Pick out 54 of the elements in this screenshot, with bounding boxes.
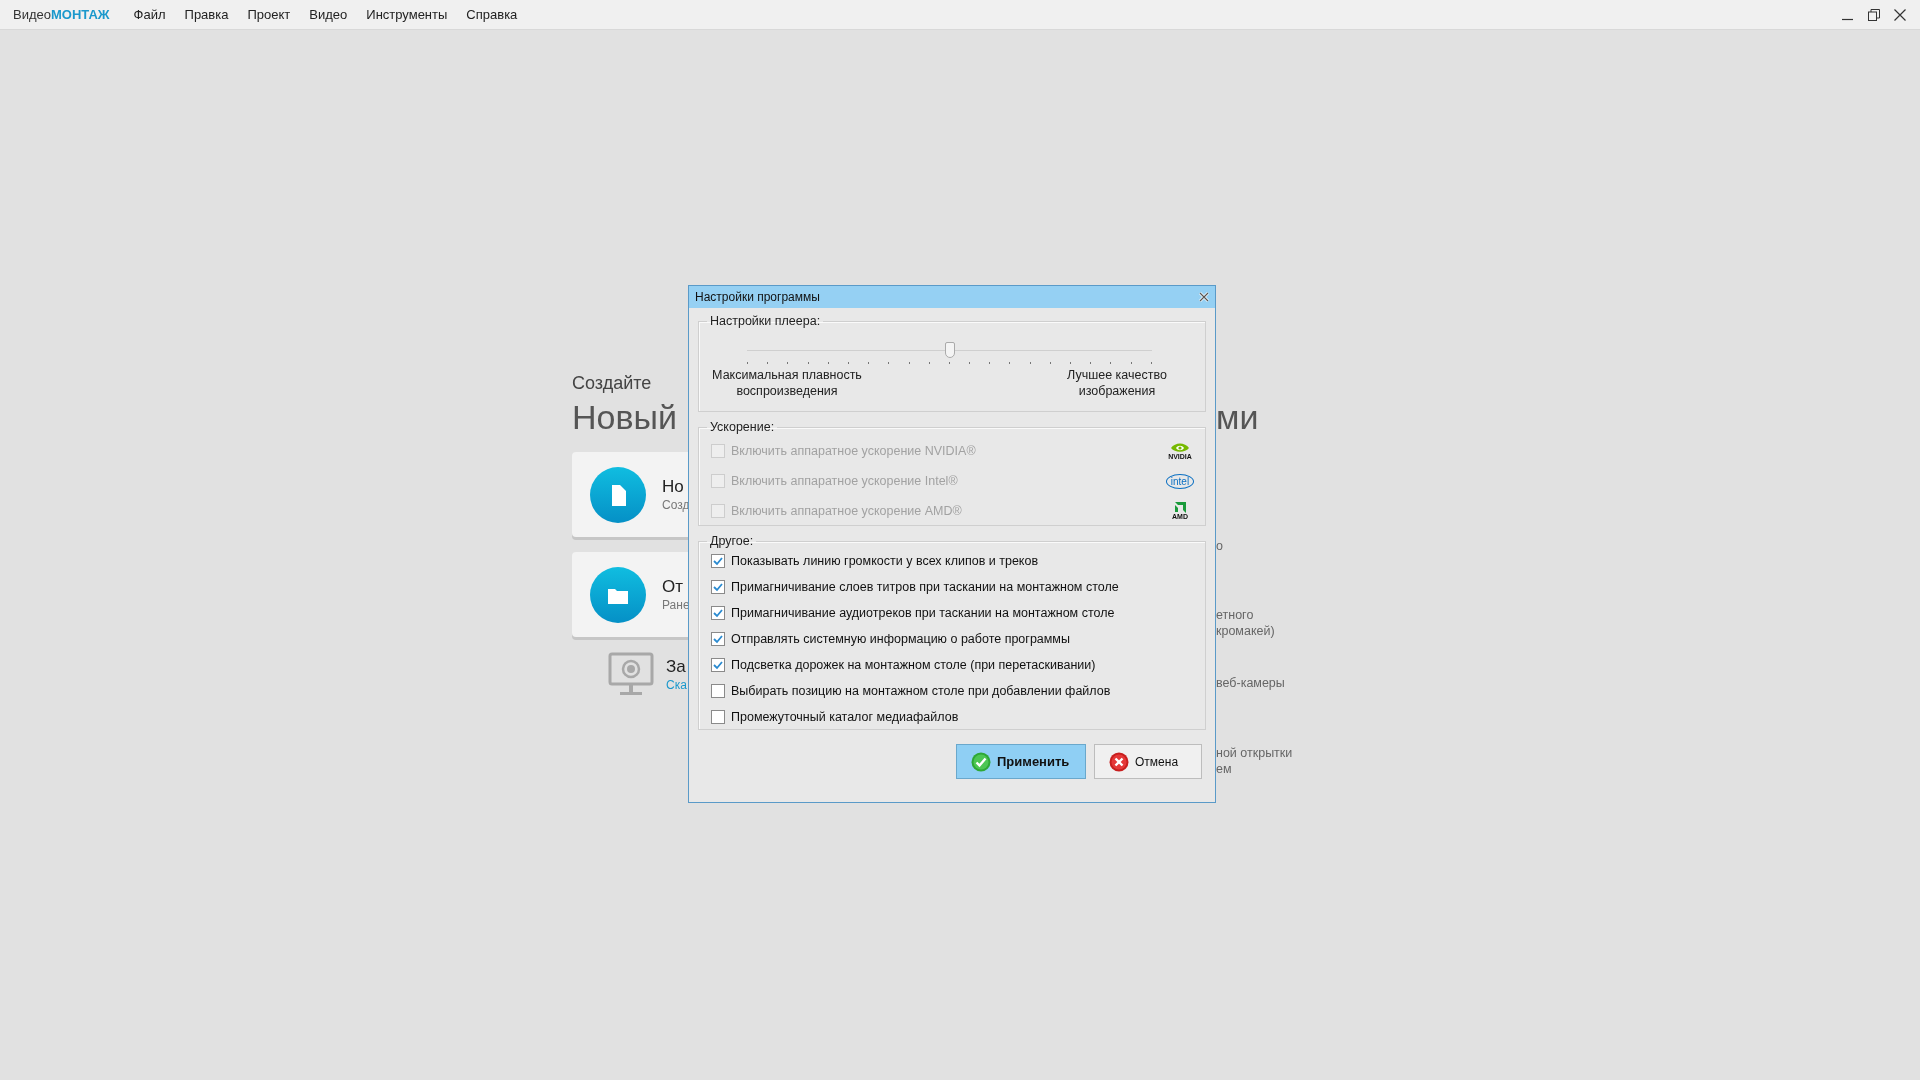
app-logo: ВидеоМОНТАЖ	[13, 7, 110, 22]
checkbox[interactable]	[711, 580, 725, 594]
menu-item[interactable]: Проект	[247, 7, 291, 22]
option-label: Примагничивание слоев титров при таскании на монтажном столе	[731, 580, 1119, 594]
quality-slider[interactable]	[747, 342, 1152, 366]
close-icon[interactable]	[1199, 292, 1209, 302]
monitor-icon	[608, 652, 654, 697]
card-title: Но	[662, 476, 685, 497]
checkbox[interactable]	[711, 658, 725, 672]
folder-icon	[590, 566, 646, 623]
document-icon	[590, 466, 646, 523]
card-title: От	[662, 576, 684, 597]
option-label: Включить аппаратное ускорение AMD®	[731, 504, 962, 518]
checkbox[interactable]	[711, 606, 725, 620]
option-label: Отправлять системную информацию о работе программы	[731, 632, 1070, 646]
option-label: Включить аппаратное ускорение NVIDIA®	[731, 444, 976, 458]
option-label: Промежуточный каталог медиафайлов	[731, 710, 959, 724]
option-label: Показывать линию громкости у всех клипов и треков	[731, 554, 1039, 568]
record-title: За	[666, 656, 687, 677]
group-label: Настройки плеера:	[709, 314, 822, 328]
option-label: Включить аппаратное ускорение Intel®	[731, 474, 958, 488]
restore-icon[interactable]	[1868, 8, 1880, 21]
option-label: Примагничивание аудиотреков при таскании на монтажном столе	[731, 606, 1115, 620]
checkbox[interactable]	[711, 632, 725, 646]
feature-text: веб-камеры	[1216, 675, 1286, 691]
group-label: Ускорение:	[709, 420, 776, 434]
menu-item[interactable]: Правка	[184, 7, 229, 22]
feature-text: етного	[1216, 607, 1255, 623]
menu-item[interactable]: Справка	[466, 7, 518, 22]
heading: Новый	[572, 397, 678, 438]
checkbox[interactable]	[711, 554, 725, 568]
heading: Создайте	[572, 372, 653, 394]
dialog-title: Настройки программы	[695, 290, 820, 304]
option-label: Подсветка дорожек на монтажном столе (при перетаскивании)	[731, 658, 1096, 672]
heading: ми	[1216, 397, 1260, 438]
menu-item[interactable]: Файл	[133, 7, 166, 22]
option-label: Выбирать позицию на монтажном столе при добавлении файлов	[731, 684, 1111, 698]
menu-item[interactable]: Видео	[309, 7, 348, 22]
apply-button[interactable]: Применить	[956, 744, 1086, 779]
checkbox[interactable]	[711, 710, 725, 724]
checkbox[interactable]	[711, 684, 725, 698]
menu-item[interactable]: Инструменты	[366, 7, 448, 22]
cancel-button[interactable]: Отмена	[1094, 744, 1202, 779]
close-icon[interactable]	[1894, 8, 1906, 21]
feature-text: ной открытки	[1216, 745, 1294, 761]
group-label: Другое:	[709, 534, 755, 548]
cross-icon	[1109, 751, 1129, 772]
slider-max-label: Лучшее качество изображения	[1066, 367, 1168, 399]
feature-text: кромакей)	[1216, 623, 1276, 639]
feature-text: о	[1216, 538, 1224, 554]
feature-text: ем	[1216, 761, 1233, 777]
check-icon	[971, 751, 991, 772]
slider-min-label: Максимальная плавность воспроизведения	[711, 367, 863, 399]
slider-thumb[interactable]	[944, 342, 955, 358]
